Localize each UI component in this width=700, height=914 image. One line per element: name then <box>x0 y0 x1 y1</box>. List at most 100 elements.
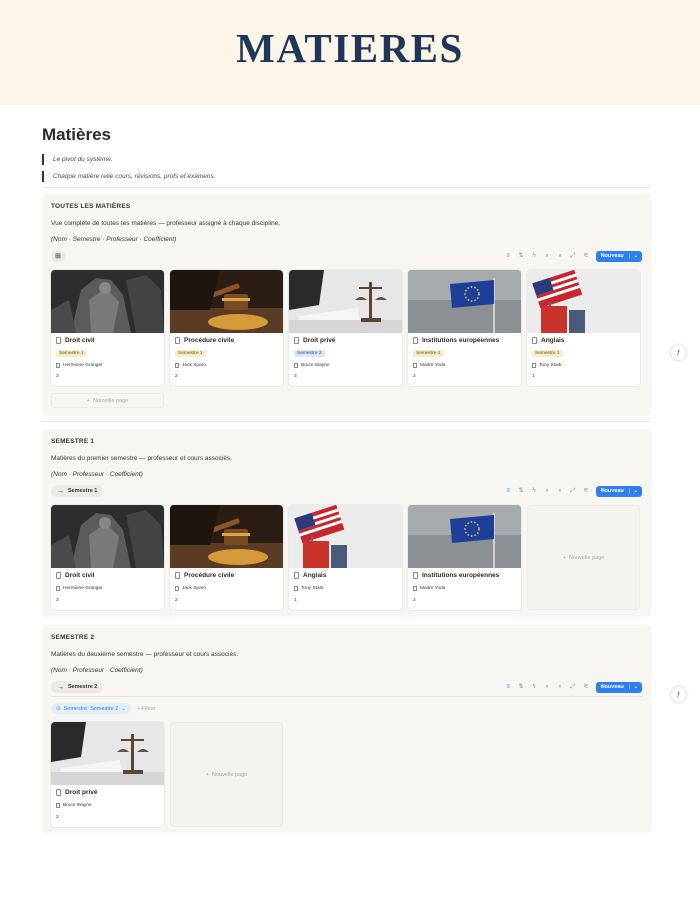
filter-icon[interactable]: ≡ <box>505 253 512 260</box>
card-coefficient: 3 <box>56 374 59 379</box>
page-icon <box>175 363 179 368</box>
filter-chip-semester[interactable]: ⊙ Semestre: Semestre 2 ⌄ <box>51 703 131 714</box>
section-title: TOUTES LES MATIÈRES <box>51 203 131 210</box>
chevron-down-icon: ⌄ <box>121 705 126 712</box>
new-page-card[interactable]: + Nouvelle page <box>527 505 640 610</box>
page-icon <box>56 363 60 368</box>
chevron-down-icon[interactable]: ⌄ <box>628 684 642 690</box>
card-coefficient: 3 <box>56 815 59 820</box>
plus-icon: + <box>562 554 567 561</box>
database-toolbar: ≡ ⇅ ϟ ⌕ ⌕ ⤢ ⚟ Nouveau ⌄ <box>505 681 642 693</box>
page-icon <box>56 586 60 591</box>
cover-image-eu-flag <box>408 270 521 333</box>
chevron-down-icon[interactable]: ⌄ <box>628 253 642 259</box>
semester-badge: Semestre 1 <box>175 350 206 357</box>
card-professor: Maitre Yoda <box>413 586 445 591</box>
card-coefficient: 2 <box>413 374 416 379</box>
card-professor: Jack Sparo <box>175 586 206 591</box>
card-professor: Tony Stark <box>532 363 562 368</box>
new-page-card[interactable]: + Nouvelle page <box>170 722 283 827</box>
section-title: SEMESTRE 2 <box>51 634 95 641</box>
expand-icon[interactable]: ⤢ <box>570 488 577 495</box>
page-icon <box>175 337 180 344</box>
card-coefficient: 3 <box>294 374 297 379</box>
page-icon <box>294 363 298 368</box>
card-title: Institutions européennes <box>413 337 499 344</box>
section-description: Matières du deuxième semestre — professe… <box>51 651 239 658</box>
page-icon <box>413 363 417 368</box>
settings-icon[interactable]: ⚟ <box>583 253 590 260</box>
expand-icon[interactable]: ⤢ <box>570 253 577 260</box>
zoom-icon[interactable]: ⌕ <box>557 684 564 691</box>
subject-card[interactable]: Procédure civile Semestre 1 Jack Sparo 2 <box>170 270 283 386</box>
filter-icon[interactable]: ≡ <box>505 684 512 691</box>
lightning-icon[interactable]: ϟ <box>531 253 538 260</box>
cover-image-gavel <box>170 505 283 568</box>
card-professor: Bruce Wayne <box>294 363 330 368</box>
card-professor: Tony Stark <box>294 586 324 591</box>
search-icon[interactable]: ⌕ <box>544 684 551 691</box>
arrow-right-icon: → <box>57 683 64 691</box>
subject-card[interactable]: Anglais Semestre 1 Tony Stark 1 <box>527 270 640 386</box>
database-toolbar: ≡ ⇅ ϟ ⌕ ⌕ ⤢ ⚟ Nouveau ⌄ <box>505 250 642 262</box>
section-fields: (Nom · Semestre · Professeur · Coefficie… <box>51 236 177 243</box>
card-professor: Jack Sparo <box>175 363 206 368</box>
card-title: Procédure civile <box>175 572 234 579</box>
card-title: Droit civil <box>56 337 95 344</box>
sort-icon[interactable]: ⇅ <box>518 253 525 260</box>
sort-icon[interactable]: ⇅ <box>518 684 525 691</box>
filter-icon[interactable]: ≡ <box>505 488 512 495</box>
view-tab-semester-1[interactable]: → Semestre 1 <box>51 485 104 497</box>
lightning-icon[interactable]: ϟ <box>531 684 538 691</box>
grid-icon: ⊞ <box>55 253 61 260</box>
subject-card[interactable]: Anglais Tony Stark 1 <box>289 505 402 610</box>
chevron-down-icon[interactable]: ⌄ <box>628 488 642 494</box>
subject-card[interactable]: Droit privé Semestre 2 Bruce Wayne 3 <box>289 270 402 386</box>
subject-card[interactable]: Droit civil Semestre 1 Hermione Granger … <box>51 270 164 386</box>
card-title: Droit privé <box>56 789 98 796</box>
card-title: Droit privé <box>294 337 336 344</box>
settings-icon[interactable]: ⚟ <box>583 684 590 691</box>
banner-title: MATIERES <box>236 25 464 71</box>
card-title: Procédure civile <box>175 337 234 344</box>
add-filter-button[interactable]: + Filtrer <box>137 706 156 712</box>
card-title: Anglais <box>532 337 564 344</box>
subject-card[interactable]: Droit privé Bruce Wayne 3 <box>51 722 164 827</box>
card-title: Institutions européennes <box>413 572 499 579</box>
new-button[interactable]: Nouveau ⌄ <box>595 681 642 693</box>
page-icon <box>175 586 179 591</box>
formula-icon[interactable]: ƒ <box>671 687 686 702</box>
cover-image-justice-scale <box>289 270 402 333</box>
card-professor: Bruce Wayne <box>56 803 92 808</box>
zoom-icon[interactable]: ⌕ <box>557 488 564 495</box>
view-tab-semester-2[interactable]: → Semestre 2 <box>51 681 104 693</box>
card-coefficient: 2 <box>175 598 178 603</box>
sort-icon[interactable]: ⇅ <box>518 488 525 495</box>
subject-card[interactable]: Droit civil Hermione Granger 3 <box>51 505 164 610</box>
subject-card[interactable]: Institutions européennes Semestre 1 Mait… <box>408 270 521 386</box>
plus-icon: + <box>205 771 210 778</box>
section-fields: (Nom · Professeur · Coefficient) <box>51 667 143 674</box>
semester-badge: Semestre 1 <box>56 350 87 357</box>
page-icon <box>294 572 299 579</box>
lightning-icon[interactable]: ϟ <box>531 488 538 495</box>
new-button[interactable]: Nouveau ⌄ <box>595 250 642 262</box>
zoom-icon[interactable]: ⌕ <box>557 253 564 260</box>
card-title: Anglais <box>294 572 326 579</box>
new-page-button[interactable]: + Nouvelle page <box>51 393 164 408</box>
page-icon <box>532 337 537 344</box>
page-icon <box>56 789 61 796</box>
search-icon[interactable]: ⌕ <box>544 253 551 260</box>
search-icon[interactable]: ⌕ <box>544 488 551 495</box>
expand-icon[interactable]: ⤢ <box>570 684 577 691</box>
page-icon <box>294 586 298 591</box>
arrow-right-icon: → <box>57 487 64 495</box>
subject-card[interactable]: Procédure civile Jack Sparo 2 <box>170 505 283 610</box>
formula-icon[interactable]: ƒ <box>671 345 686 360</box>
section-description: Vue complète de toutes tes matières — pr… <box>51 220 281 227</box>
cover-image-statue <box>51 270 164 333</box>
gallery-view-tab[interactable]: ⊞ <box>51 250 65 262</box>
subject-card[interactable]: Institutions européennes Maitre Yoda 2 <box>408 505 521 610</box>
settings-icon[interactable]: ⚟ <box>583 488 590 495</box>
new-button[interactable]: Nouveau ⌄ <box>595 485 642 497</box>
